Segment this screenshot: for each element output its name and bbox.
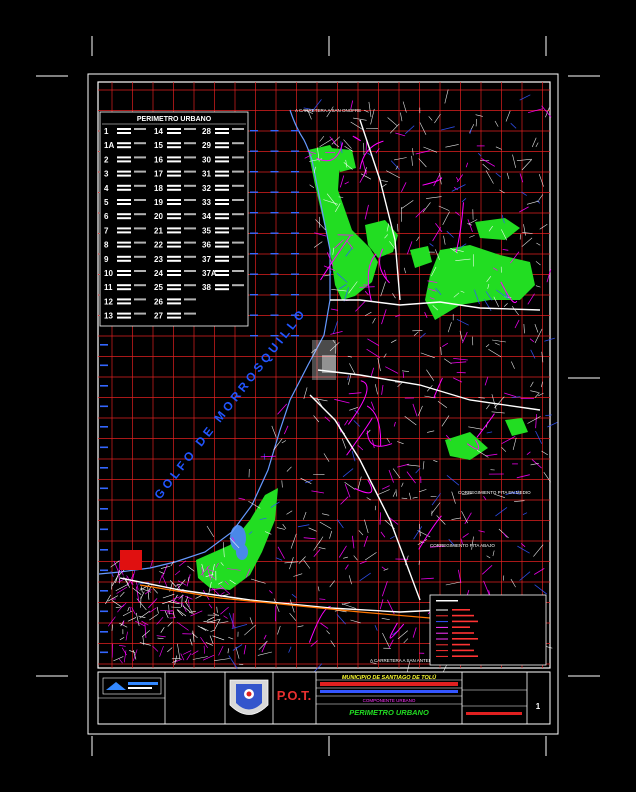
plan-title: PERIMETRO URBANO <box>349 708 429 717</box>
perimeter-point-label: 6 <box>104 212 109 221</box>
perimeter-point-label: 33 <box>202 198 211 207</box>
perimeter-point-label: 10 <box>104 269 113 278</box>
perimeter-point-label: 2 <box>104 155 109 164</box>
urban-core <box>312 340 336 380</box>
urban-block <box>120 550 142 570</box>
perimeter-point-label: 9 <box>104 255 109 264</box>
map-sheet: GOLFO DE MORROSQUILLO A CARRETERA A SAN … <box>0 0 636 792</box>
perimeter-point-label: 15 <box>154 141 163 150</box>
legend-box <box>429 594 547 666</box>
perimeter-point-label: 24 <box>154 269 163 278</box>
perimeter-point-label: 22 <box>154 241 163 250</box>
sheet-number: 1 <box>536 702 541 711</box>
perimeter-point-label: 1A <box>104 141 114 150</box>
perimeter-point-label: 23 <box>154 255 163 264</box>
perimeter-point-label: 37A <box>202 269 217 278</box>
perimeter-point-label: 29 <box>202 141 211 150</box>
municipal-seal-icon <box>229 679 269 715</box>
perimeter-point-label: 13 <box>104 312 113 321</box>
pot-acronym: P.O.T. <box>277 688 311 703</box>
title-bar-red-small <box>466 712 522 715</box>
component-subtitle: COMPONENTE URBANO <box>363 698 416 703</box>
perimeter-point-label: 19 <box>154 198 163 207</box>
perimeter-point-label: 3 <box>104 170 109 179</box>
title-bar-blue <box>320 690 458 693</box>
perimeter-point-label: 11 <box>104 283 113 292</box>
perimeter-point-label: 21 <box>154 226 163 235</box>
perimeter-point-label: 30 <box>202 155 211 164</box>
perimeter-point-label: 35 <box>202 226 211 235</box>
perimeter-point-label: 38 <box>202 283 211 292</box>
perimeter-point-label: 1 <box>104 127 109 136</box>
perimeter-point-label: 26 <box>154 297 163 306</box>
perimeter-point-label: 16 <box>154 155 163 164</box>
perimeter-point-label: 28 <box>202 127 211 136</box>
perimeter-point-label: 34 <box>202 212 211 221</box>
perimeter-point-label: 20 <box>154 212 163 221</box>
title-block: P.O.T. MUNICIPIO DE SANTIAGO DE TOLÚ COM… <box>97 671 551 725</box>
perimeter-point-label: 18 <box>154 184 163 193</box>
district-label-right: CORREGIMIENTO PITA EN MEDIO <box>458 490 531 495</box>
perimeter-point-label: 25 <box>154 283 163 292</box>
perimeter-point-label: 17 <box>154 170 163 179</box>
perimeter-point-label: 5 <box>104 198 109 207</box>
perimeter-point-label: 4 <box>104 184 109 193</box>
municipio-name: MUNICIPIO DE SANTIAGO DE TOLÚ <box>342 674 437 681</box>
perimeter-point-label: 37 <box>202 255 211 264</box>
perimeter-point-label: 31 <box>202 170 211 179</box>
road-label-top: A CARRETERA A SAN ONOFRE <box>295 108 361 113</box>
table-title: PERIMETRO URBANO <box>137 116 212 123</box>
perimeter-point-label: 27 <box>154 312 163 321</box>
perimeter-point-label: 7 <box>104 226 109 235</box>
perimeter-point-label: 36 <box>202 241 211 250</box>
perimeter-point-label: 8 <box>104 241 109 250</box>
road-label-bottom: A CARRETERA A SAN ANTERO <box>370 658 436 663</box>
perimeter-point-label: 12 <box>104 297 113 306</box>
perimeter-point-label: 32 <box>202 184 211 193</box>
district-label-lower: CORREGIMIENTO PITA ABAJO <box>430 543 495 548</box>
title-bar-red <box>320 682 458 686</box>
perimeter-point-label: 14 <box>154 127 163 136</box>
perimeter-table: PERIMETRO URBANO 11A23456789101112131415… <box>99 111 249 327</box>
